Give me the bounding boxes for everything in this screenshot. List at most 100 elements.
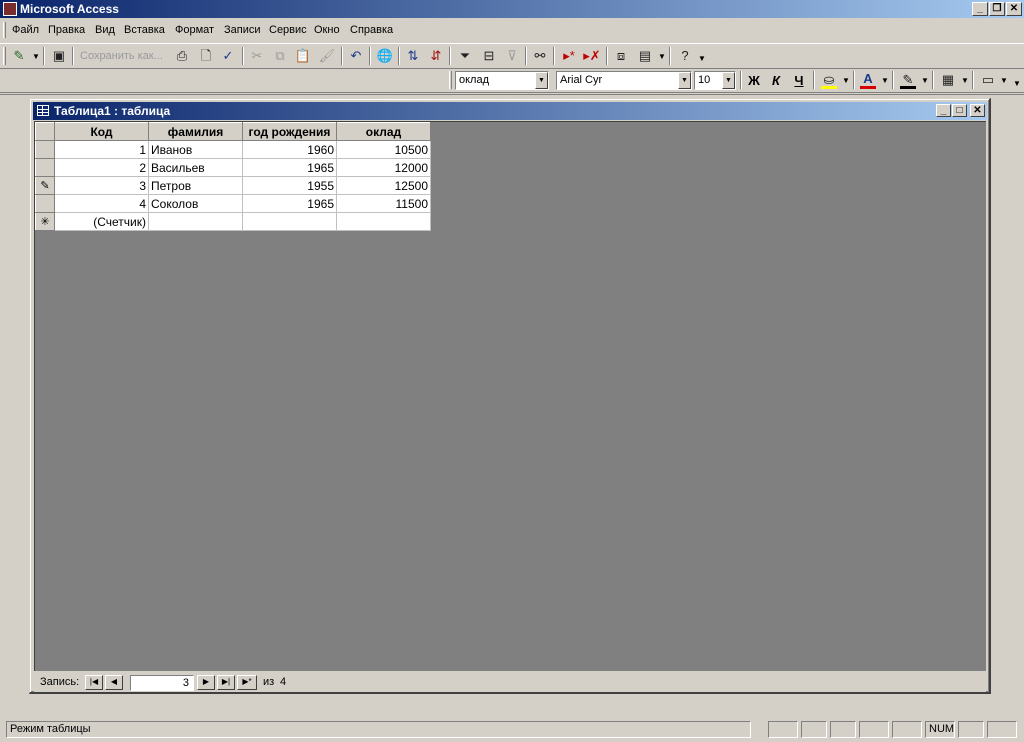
cell[interactable]: 10500 [336, 140, 431, 159]
menu-window[interactable]: Окно [314, 24, 340, 36]
cell[interactable]: 4 [54, 194, 149, 213]
sort-ascending-icon[interactable]: ⇅ [403, 46, 423, 66]
undo-icon[interactable]: ↶ [346, 46, 366, 66]
new-object-dropdown-icon[interactable]: ▼ [658, 52, 666, 61]
save-icon[interactable]: ▣ [49, 46, 69, 66]
print-icon[interactable]: ⎙ [172, 46, 192, 66]
bold-button[interactable]: Ж [745, 72, 763, 90]
font-select[interactable]: Arial Cyr ▼ [556, 71, 692, 90]
hyperlink-icon[interactable]: 🌐 [375, 46, 395, 66]
sort-descending-icon[interactable]: ⇵ [426, 46, 446, 66]
cell[interactable] [242, 212, 337, 231]
toolbar-grip[interactable] [3, 47, 6, 65]
cell[interactable]: Иванов [148, 140, 243, 159]
menu-tools[interactable]: Сервис [269, 24, 307, 36]
save-as-button[interactable]: Сохранить как... [80, 50, 163, 62]
last-record-icon[interactable]: ▶| [217, 675, 235, 690]
cell[interactable]: 1960 [242, 140, 337, 159]
cell[interactable]: 1 [54, 140, 149, 159]
menubar-grip[interactable] [3, 22, 6, 38]
cell[interactable] [336, 212, 431, 231]
previous-record-icon[interactable]: ◀ [105, 675, 123, 690]
print-preview-icon[interactable]: 🗋 [196, 46, 216, 66]
view-icon[interactable]: ✎ [9, 46, 29, 66]
italic-button[interactable]: К [767, 72, 785, 90]
cell[interactable] [148, 212, 243, 231]
special-effect-dropdown-icon[interactable]: ▼ [1000, 76, 1008, 85]
chevron-down-icon[interactable]: ▼ [678, 72, 691, 89]
font-size-select[interactable]: 10 ▼ [694, 71, 736, 90]
find-icon[interactable]: ⚯ [530, 46, 550, 66]
close-button[interactable]: ✕ [1006, 2, 1022, 16]
toolbar-grip[interactable] [449, 71, 452, 89]
gridlines-dropdown-icon[interactable]: ▼ [961, 76, 969, 85]
underline-button[interactable]: Ч [790, 72, 808, 90]
format-painter-icon[interactable]: 🖌 [317, 46, 337, 66]
select-all-corner[interactable] [35, 122, 55, 141]
menu-format[interactable]: Формат [175, 24, 214, 36]
field-select[interactable]: оклад ▼ [455, 71, 549, 90]
special-effect-icon[interactable]: ▭ [978, 70, 998, 90]
fill-color-dropdown-icon[interactable]: ▼ [842, 76, 850, 85]
first-record-icon[interactable]: |◀ [85, 675, 103, 690]
menu-file[interactable]: Файл [12, 24, 39, 36]
view-dropdown-icon[interactable]: ▼ [32, 52, 40, 61]
copy-icon[interactable]: ⧉ [270, 46, 290, 66]
menu-insert[interactable]: Вставка [124, 24, 165, 36]
database-window-icon[interactable]: ⧈ [611, 46, 631, 66]
cell[interactable]: 1965 [242, 194, 337, 213]
column-header[interactable]: Код [54, 122, 149, 141]
cell[interactable]: 1965 [242, 158, 337, 177]
chevron-down-icon[interactable]: ▼ [535, 72, 548, 89]
new-record-icon[interactable]: ▸* [559, 46, 579, 66]
font-color-dropdown-icon[interactable]: ▼ [881, 76, 889, 85]
cell[interactable]: 12500 [336, 176, 431, 195]
cell[interactable]: Соколов [148, 194, 243, 213]
cell[interactable]: Васильев [148, 158, 243, 177]
next-record-icon[interactable]: ▶ [197, 675, 215, 690]
delete-record-icon[interactable]: ▸✗ [582, 46, 602, 66]
cell[interactable]: 12000 [336, 158, 431, 177]
menu-help[interactable]: Справка [350, 24, 393, 36]
column-header[interactable]: фамилия [148, 122, 243, 141]
access-app-icon[interactable] [3, 2, 17, 16]
column-header[interactable]: оклад [336, 122, 431, 141]
cell[interactable]: 11500 [336, 194, 431, 213]
record-selector[interactable] [35, 140, 55, 159]
filter-by-selection-icon[interactable]: ⏷ [455, 46, 475, 66]
child-close-button[interactable]: ✕ [970, 104, 985, 117]
standard-toolbar: ✎ ▼ ▣ Сохранить как... ⎙ 🗋 ✓ ✂ ⧉ 📋 🖌 ↶ 🌐… [0, 43, 1024, 69]
record-selector[interactable] [35, 194, 55, 213]
menu-edit[interactable]: Правка [48, 24, 85, 36]
gridlines-icon[interactable]: ▦ [938, 70, 958, 90]
autonumber-cell[interactable]: (Счетчик) [54, 212, 149, 231]
spelling-icon[interactable]: ✓ [218, 46, 238, 66]
filter-by-form-icon[interactable]: ⊟ [479, 46, 499, 66]
new-record-icon[interactable]: ✳ [35, 212, 55, 231]
table-window-titlebar[interactable]: Таблица1 : таблица _ □ ✕ [33, 102, 987, 120]
child-maximize-button[interactable]: □ [952, 104, 967, 117]
toolbar-options-icon[interactable]: ▼ [1013, 79, 1021, 88]
minimize-button[interactable]: _ [972, 2, 988, 16]
new-object-icon[interactable]: ▤ [635, 46, 655, 66]
menu-records[interactable]: Записи [224, 24, 261, 36]
current-record-field[interactable]: 3 [130, 675, 194, 691]
cell[interactable]: 1955 [242, 176, 337, 195]
child-minimize-button[interactable]: _ [936, 104, 951, 117]
restore-button[interactable]: ❐ [989, 2, 1005, 16]
new-record-nav-icon[interactable]: ▶* [237, 675, 257, 690]
chevron-down-icon[interactable]: ▼ [722, 72, 735, 89]
column-header[interactable]: год рождения [242, 122, 337, 141]
cell[interactable]: 2 [54, 158, 149, 177]
help-icon[interactable]: ? [675, 46, 695, 66]
menu-view[interactable]: Вид [95, 24, 115, 36]
help-dropdown-icon[interactable]: ▼ [698, 54, 706, 63]
apply-filter-icon[interactable]: ⊽ [502, 46, 522, 66]
cut-icon[interactable]: ✂ [247, 46, 267, 66]
record-selector[interactable] [35, 158, 55, 177]
cell[interactable]: Петров [148, 176, 243, 195]
cell[interactable]: 3 [54, 176, 149, 195]
line-color-dropdown-icon[interactable]: ▼ [921, 76, 929, 85]
paste-icon[interactable]: 📋 [293, 46, 313, 66]
record-selector-editing-icon[interactable]: ✎ [35, 176, 55, 195]
